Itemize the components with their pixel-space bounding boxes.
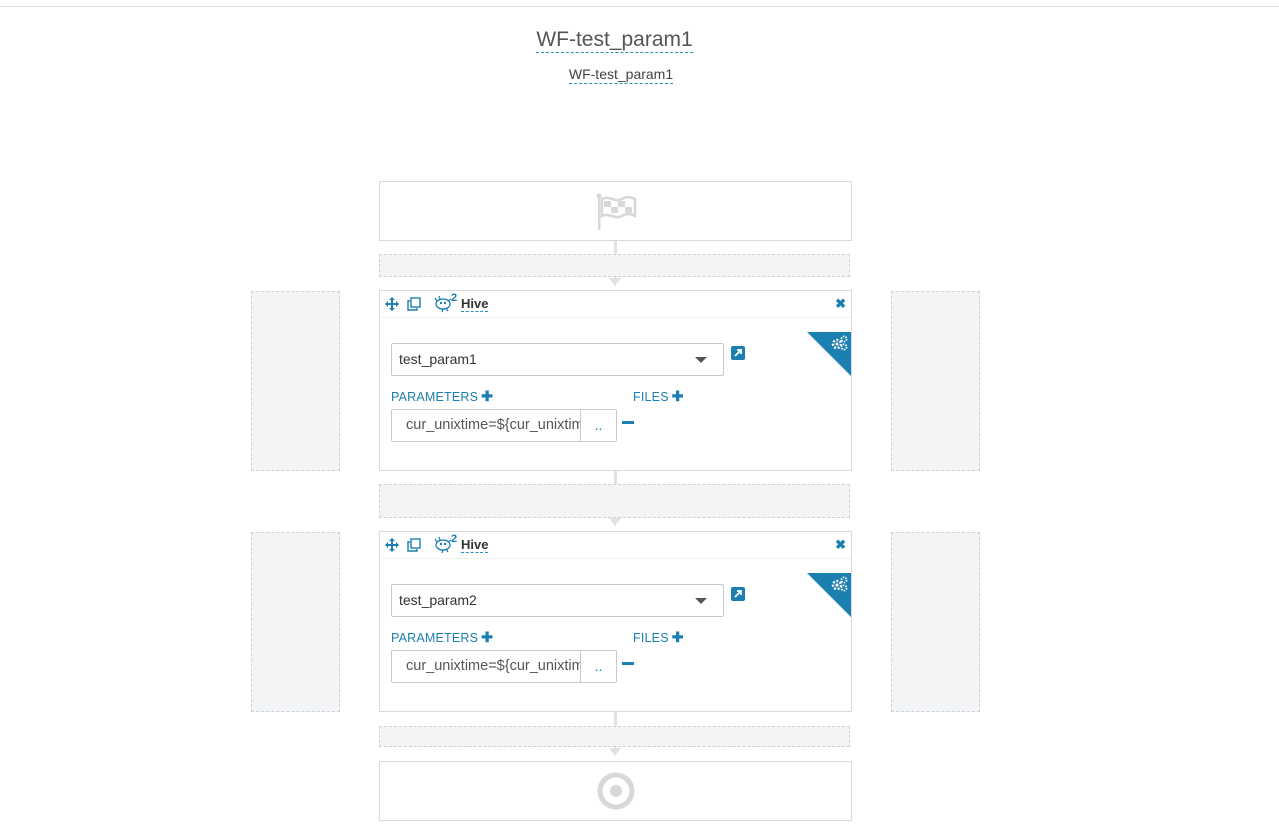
minus-icon[interactable] (622, 421, 634, 424)
copy-icon[interactable] (407, 297, 421, 314)
external-link-icon[interactable] (731, 346, 745, 365)
script-select-value: test_param2 (399, 592, 477, 608)
copy-icon[interactable] (407, 538, 421, 555)
parameter-picker-button[interactable]: .. (580, 650, 617, 683)
gears-icon (807, 332, 851, 376)
top-divider (0, 6, 1279, 7)
parameter-group: cur_unixtime=${cur_unixtime} .. (391, 409, 617, 442)
action-name[interactable]: Hive (461, 538, 489, 553)
plus-icon: ✚ (481, 629, 494, 645)
workflow-title[interactable]: WF-test_param1 (0, 28, 1229, 53)
connector-arrow (609, 518, 621, 526)
move-icon[interactable] (385, 538, 399, 555)
close-icon[interactable]: ✖ (835, 538, 846, 552)
drop-zone-left[interactable] (251, 532, 340, 712)
drop-zone[interactable] (379, 484, 850, 518)
script-select[interactable]: test_param1 (391, 343, 724, 376)
parameter-input[interactable]: cur_unixtime=${cur_unixtime} (391, 650, 581, 683)
connector-arrow (609, 748, 621, 756)
external-link-icon[interactable] (731, 587, 745, 606)
script-select-value: test_param1 (399, 351, 477, 367)
parameter-input[interactable]: cur_unixtime=${cur_unixtime} (391, 409, 581, 442)
action-settings-button[interactable] (807, 332, 851, 376)
hive-icon (434, 295, 452, 316)
plus-icon: ✚ (481, 388, 494, 404)
minus-icon[interactable] (622, 662, 634, 665)
hive-action-node: 2 Hive ✖ test_param2 PARAMETERS ✚ FILES ✚ … (379, 531, 852, 712)
gears-icon (807, 573, 851, 617)
action-header: 2 Hive ✖ (380, 532, 851, 559)
start-node (379, 181, 852, 241)
add-parameter-link[interactable]: PARAMETERS ✚ (391, 388, 493, 405)
hive-action-node: 2 Hive ✖ test_param1 PARAMETERS ✚ FILES ✚ … (379, 290, 852, 471)
flag-icon (596, 193, 636, 230)
hive-icon (434, 536, 452, 557)
action-type-superscript: 2 (451, 533, 458, 545)
plus-icon: ✚ (671, 629, 684, 645)
add-file-link[interactable]: FILES ✚ (633, 388, 684, 405)
target-icon (597, 772, 634, 810)
move-icon[interactable] (385, 297, 399, 314)
chevron-down-icon (695, 598, 707, 604)
end-node (379, 761, 852, 821)
script-select[interactable]: test_param2 (391, 584, 724, 617)
chevron-down-icon (695, 357, 707, 363)
connector-arrow (609, 278, 621, 286)
add-file-link[interactable]: FILES ✚ (633, 629, 684, 646)
action-name[interactable]: Hive (461, 297, 489, 312)
drop-zone[interactable] (379, 726, 850, 747)
drop-zone[interactable] (379, 254, 850, 277)
plus-icon: ✚ (671, 388, 684, 404)
action-type-superscript: 2 (451, 292, 458, 304)
action-settings-button[interactable] (807, 573, 851, 617)
parameter-group: cur_unixtime=${cur_unixtime} .. (391, 650, 617, 683)
action-header: 2 Hive ✖ (380, 291, 851, 318)
workflow-description[interactable]: WF-test_param1 (0, 66, 1242, 84)
add-parameter-link[interactable]: PARAMETERS ✚ (391, 629, 493, 646)
drop-zone-right[interactable] (891, 532, 980, 712)
drop-zone-left[interactable] (251, 291, 340, 471)
close-icon[interactable]: ✖ (835, 297, 846, 311)
drop-zone-right[interactable] (891, 291, 980, 471)
parameter-picker-button[interactable]: .. (580, 409, 617, 442)
